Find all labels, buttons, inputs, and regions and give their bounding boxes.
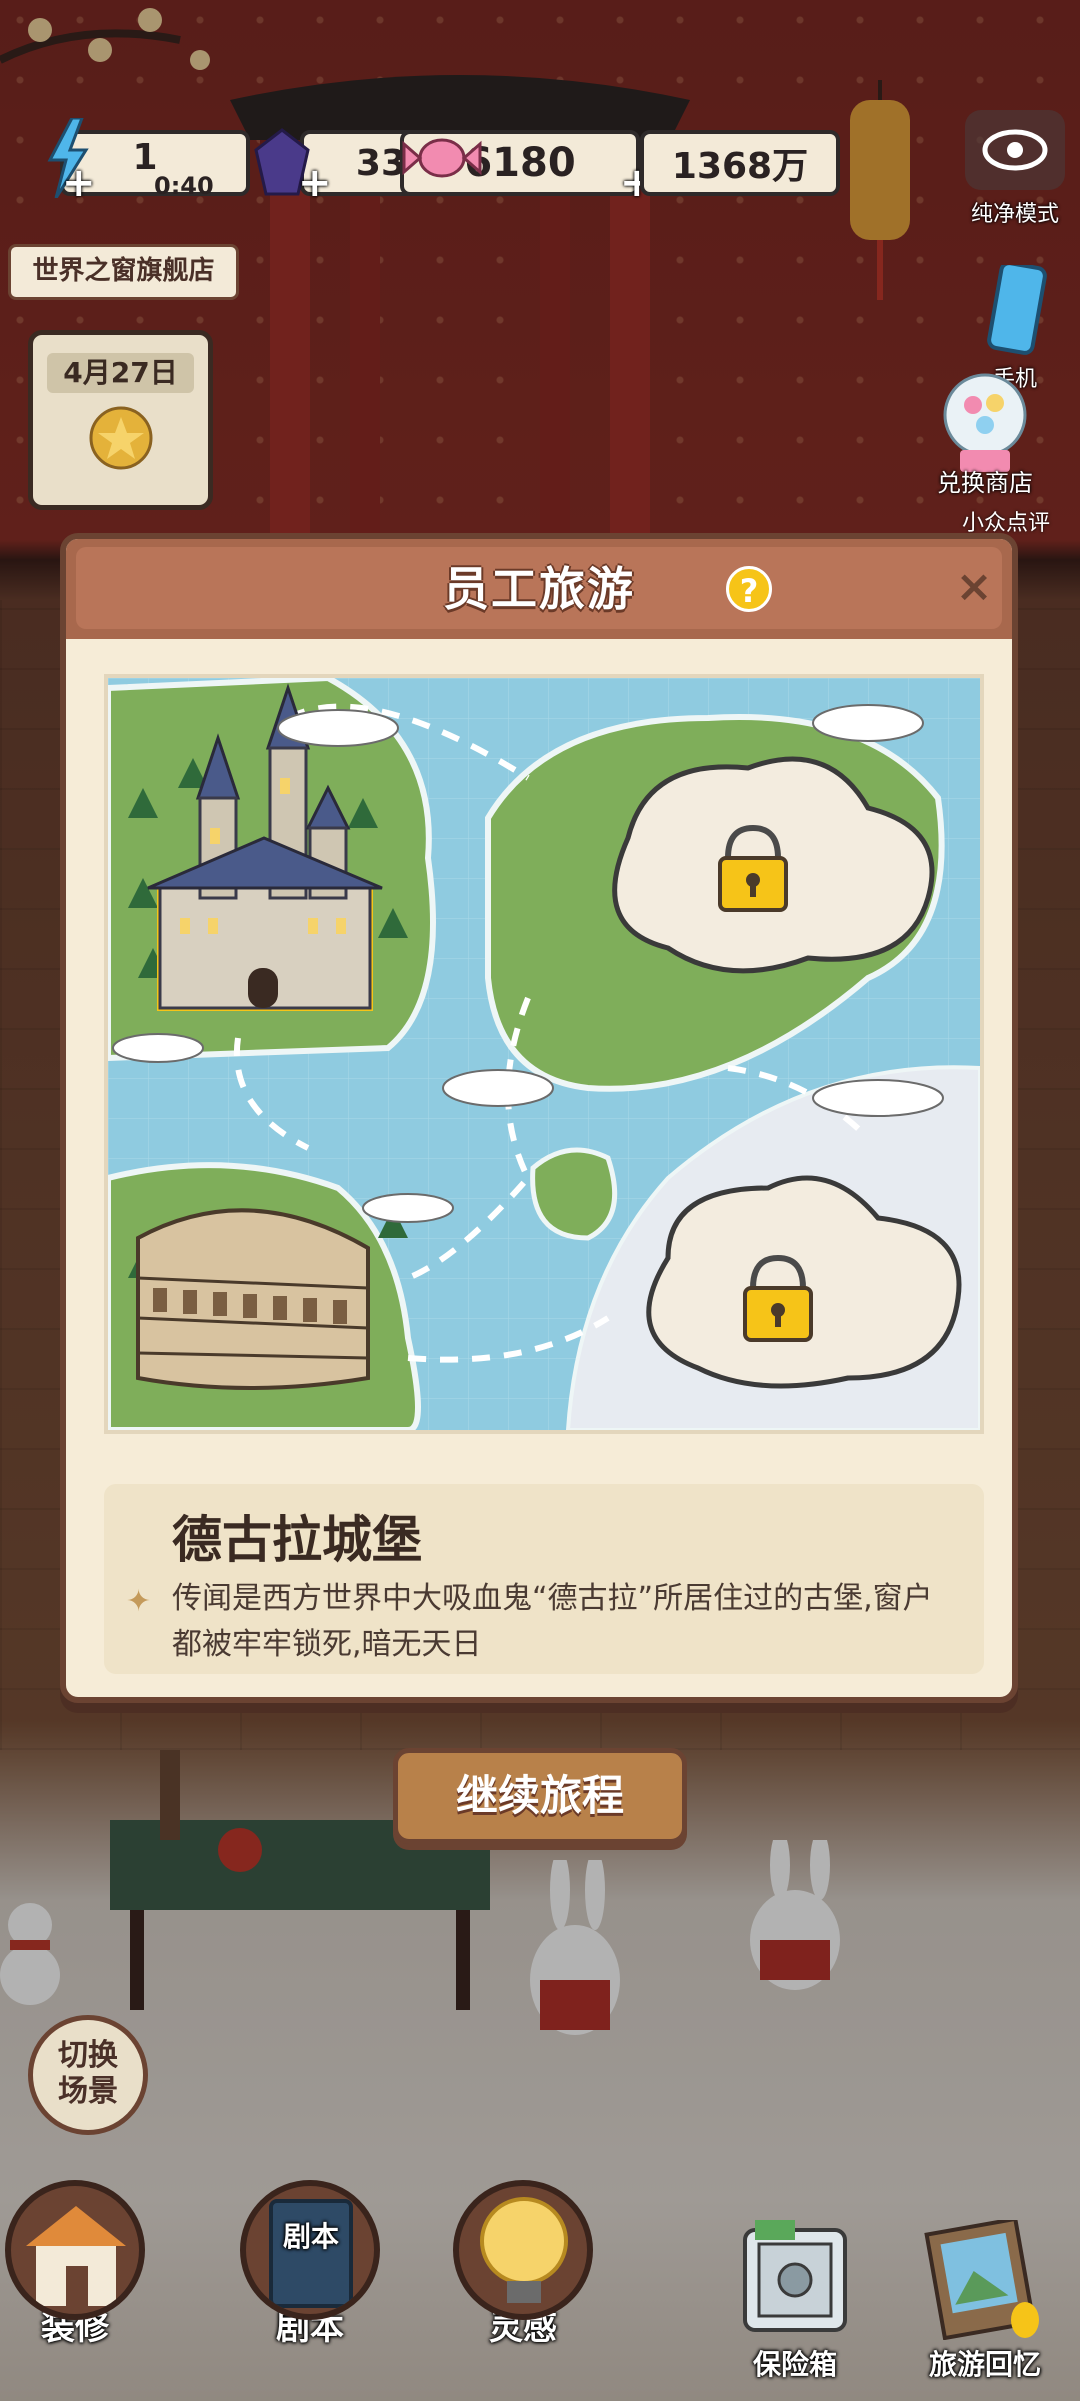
script-book-icon: 剧本 bbox=[269, 2199, 353, 2308]
travel-memory-label: 旅游回忆 bbox=[928, 2348, 1041, 2381]
continue-journey-button[interactable]: 继续旅程 bbox=[393, 1748, 687, 1844]
dialog-title: 员工旅游 bbox=[443, 562, 635, 616]
phone-icon bbox=[987, 261, 1047, 355]
lightbulb-icon bbox=[480, 2197, 568, 2303]
pure-mode-button[interactable]: 纯净模式 bbox=[960, 110, 1070, 228]
exchange-shop-label: 兑换商店 bbox=[937, 469, 1033, 497]
travel-memory-button[interactable]: 旅游回忆 bbox=[900, 2216, 1070, 2383]
safe-icon bbox=[743, 2220, 847, 2332]
switch-scene-label: 切换 场景 bbox=[58, 2038, 118, 2109]
candy-icon bbox=[402, 138, 482, 178]
store-name-banner[interactable]: 世界之窗旗舰店 bbox=[8, 244, 239, 300]
medal-icon bbox=[89, 406, 152, 470]
money-counter[interactable]: 1368万 bbox=[640, 130, 840, 196]
colosseum-icon[interactable] bbox=[136, 1208, 370, 1390]
eye-icon bbox=[965, 110, 1065, 190]
switch-scene-button[interactable]: 切换 场景 bbox=[28, 2015, 148, 2135]
money-value: 1368万 bbox=[671, 146, 809, 187]
world-map bbox=[108, 678, 980, 1430]
calendar-widget[interactable]: 4月27日 bbox=[28, 330, 213, 510]
script-icon-ring: 剧本 bbox=[240, 2180, 380, 2320]
gem-value: 33 bbox=[355, 142, 406, 184]
script-book-text: 剧本 bbox=[283, 2220, 339, 2253]
inspiration-icon-ring bbox=[453, 2180, 593, 2320]
energy-timer: 0:40 bbox=[154, 172, 214, 200]
location-name: 德古拉城堡 bbox=[172, 1511, 422, 1569]
dialog-header: 员工旅游 ? × bbox=[66, 539, 1012, 639]
decorate-icon-ring bbox=[5, 2180, 145, 2320]
safe-label: 保险箱 bbox=[752, 2348, 837, 2381]
inspiration-button[interactable]: 灵感 bbox=[448, 2180, 598, 2349]
location-description-box: 德古拉城堡 ✦ 传闻是西方世界中大吸血鬼“德古拉”所居住过的古堡,窗户都被牢牢锁… bbox=[104, 1484, 984, 1674]
location-description: 传闻是西方世界中大吸血鬼“德古拉”所居住过的古堡,窗户都被牢牢锁死,暗无天日 bbox=[172, 1581, 933, 1662]
add-gem-icon[interactable]: + bbox=[298, 160, 332, 206]
house-icon bbox=[26, 2206, 126, 2306]
safe-button[interactable]: 保险箱 bbox=[720, 2220, 870, 2383]
travel-photo-icon bbox=[924, 2216, 1039, 2341]
pure-mode-label: 纯净模式 bbox=[970, 202, 1059, 227]
add-energy-icon[interactable]: + bbox=[62, 160, 96, 206]
staff-travel-dialog: 员工旅游 ? × 德古拉城堡 ✦ 传闻是西方世界中大吸血鬼“德古拉”所居住过的古… bbox=[60, 533, 1018, 1703]
help-button[interactable]: ? bbox=[726, 566, 772, 612]
close-button[interactable]: × bbox=[954, 565, 994, 609]
travel-map bbox=[104, 674, 984, 1434]
calendar-date: 4月27日 bbox=[47, 353, 194, 393]
gachapon-icon bbox=[943, 373, 1027, 472]
script-button[interactable]: 剧本 剧本 bbox=[235, 2180, 385, 2349]
exchange-shop-button[interactable]: 兑换商店 bbox=[920, 365, 1050, 498]
sparkle-icon: ✦ bbox=[126, 1584, 152, 1619]
decorate-button[interactable]: 装修 bbox=[0, 2180, 150, 2349]
